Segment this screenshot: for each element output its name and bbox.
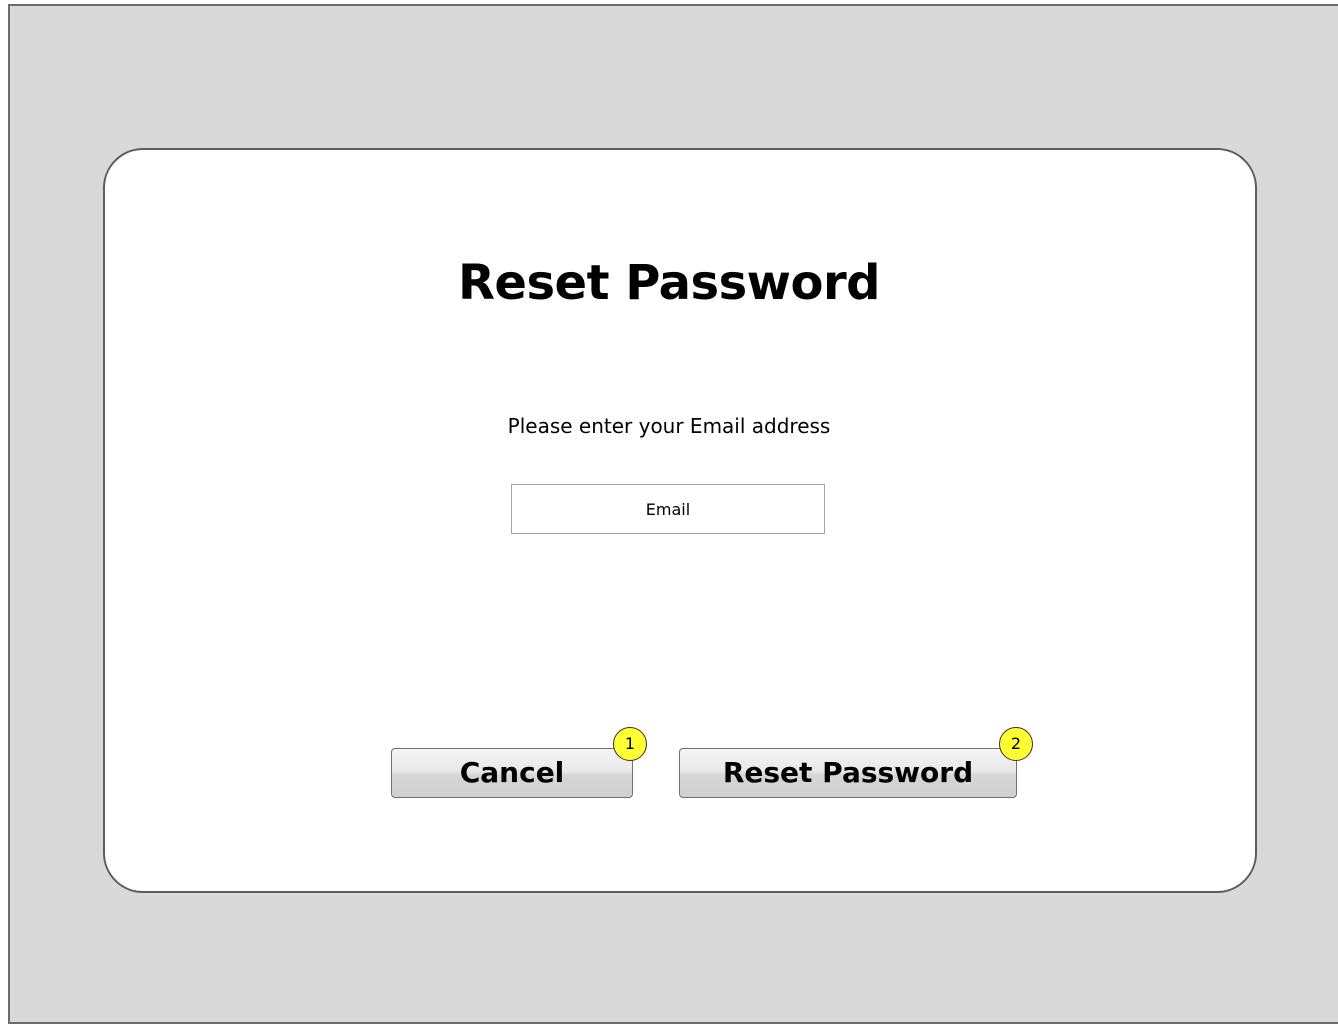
- page-title: Reset Password: [457, 255, 881, 311]
- email-field[interactable]: [511, 484, 825, 534]
- cancel-button[interactable]: Cancel: [391, 748, 633, 798]
- email-prompt-text: Please enter your Email address: [507, 414, 831, 438]
- reset-password-button[interactable]: Reset Password: [679, 748, 1017, 798]
- annotation-badge-1: 1: [613, 727, 647, 761]
- annotation-badge-2: 2: [999, 727, 1033, 761]
